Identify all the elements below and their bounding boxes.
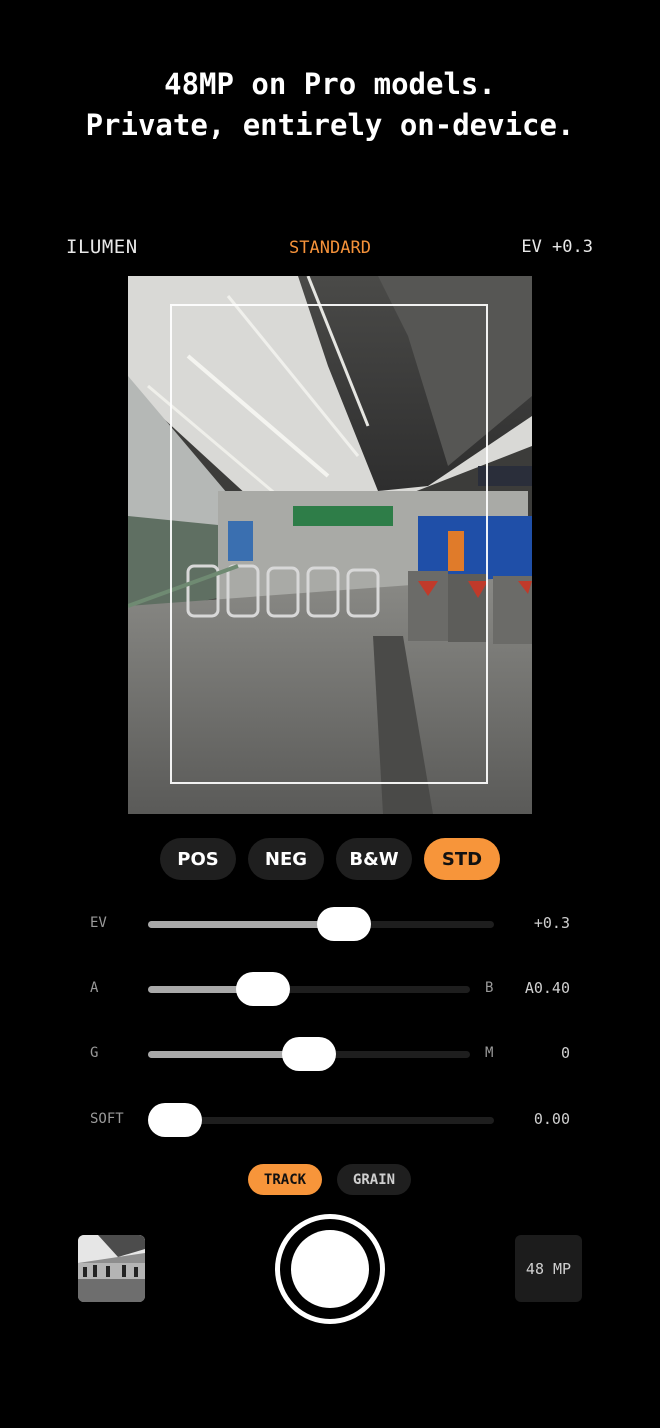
film-mode-std-button[interactable]: STD: [424, 838, 500, 880]
slider-fill: [148, 921, 344, 928]
film-mode-neg-button[interactable]: NEG: [248, 838, 324, 880]
track-toggle[interactable]: TRACK: [248, 1164, 322, 1195]
slider-thumb[interactable]: [282, 1037, 336, 1071]
slider-row-soft: SOFT 0.00: [0, 1103, 660, 1137]
slider-value: 0.00: [533, 1110, 570, 1128]
top-bar: ILUMEN STANDARD EV +0.3: [0, 236, 660, 264]
headline-line-1: 48MP on Pro models.: [164, 67, 496, 101]
slider-thumb[interactable]: [236, 972, 290, 1006]
slider-value: +0.3: [533, 914, 570, 932]
camera-viewfinder[interactable]: [128, 276, 532, 814]
slider-label: A: [90, 980, 99, 996]
slider-row-a: A B A0.40: [0, 972, 660, 1006]
slider-thumb[interactable]: [317, 907, 371, 941]
slider-right-label: M: [485, 1045, 494, 1061]
film-mode-selector: POS NEG B&W STD: [0, 838, 660, 880]
shutter-button[interactable]: [275, 1214, 385, 1324]
crop-frame: [170, 304, 488, 784]
slider-label: EV: [90, 915, 107, 931]
slider-thumb[interactable]: [148, 1103, 202, 1137]
grain-toggle[interactable]: GRAIN: [337, 1164, 411, 1195]
headline: 48MP on Pro models. Private, entirely on…: [0, 64, 660, 146]
film-mode-pos-button[interactable]: POS: [160, 838, 236, 880]
slider-value: A0.40: [524, 979, 570, 997]
exposure-readout: EV +0.3: [521, 237, 593, 257]
slider-track[interactable]: [148, 986, 470, 993]
slider-label: G: [90, 1045, 99, 1061]
resolution-button[interactable]: 48 MP: [515, 1235, 582, 1302]
headline-line-2: Private, entirely on-device.: [85, 108, 575, 142]
slider-row-ev: EV +0.3: [0, 907, 660, 941]
shutter-inner: [291, 1230, 369, 1308]
film-mode-b-w-button[interactable]: B&W: [336, 838, 412, 880]
thumbnail-image: [78, 1235, 145, 1302]
slider-label: SOFT: [90, 1111, 124, 1127]
last-photo-thumbnail[interactable]: [78, 1235, 145, 1302]
slider-row-g: G M 0: [0, 1037, 660, 1071]
feature-toggles: TRACK GRAIN: [0, 1164, 660, 1196]
slider-value: 0: [560, 1044, 570, 1062]
slider-right-label: B: [485, 980, 494, 996]
